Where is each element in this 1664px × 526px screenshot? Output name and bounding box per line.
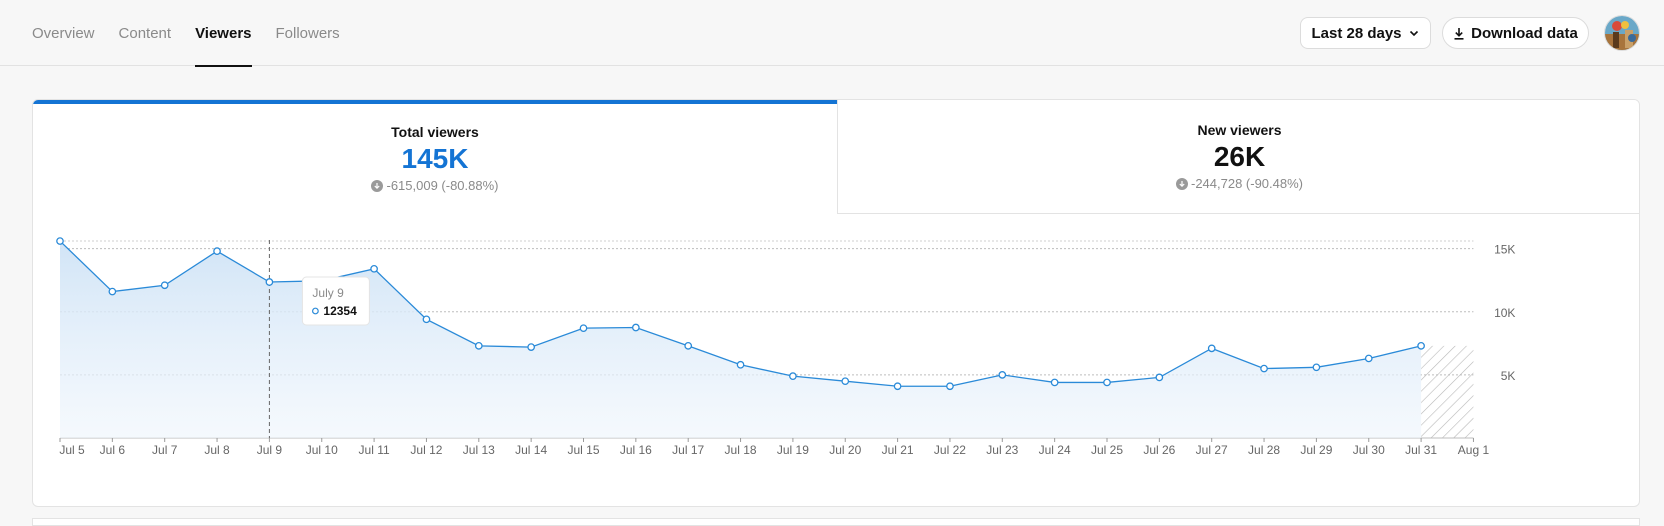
x-tick-label: Jul 25 (1091, 443, 1123, 457)
data-point[interactable] (789, 372, 797, 380)
data-point[interactable] (998, 371, 1007, 379)
x-tick-label: Jul 6 (100, 443, 126, 457)
y-tick-label: 5K (1501, 369, 1516, 383)
date-range-dropdown[interactable]: Last 28 days (1300, 17, 1431, 49)
data-point[interactable] (736, 360, 745, 369)
download-icon (1454, 27, 1464, 40)
date-range-label: Last 28 days (1311, 24, 1402, 42)
metric-delta-text: -244,728 (-90.48%) (1190, 176, 1303, 191)
data-point[interactable] (422, 315, 431, 324)
data-point[interactable] (1417, 341, 1425, 350)
data-point[interactable] (265, 278, 274, 286)
x-tick-label: Jul 31 (1405, 443, 1437, 457)
data-point[interactable] (370, 264, 378, 273)
next-card-edge (32, 518, 1640, 526)
x-tick-label: Jul 19 (777, 443, 809, 457)
x-tick-label: Jul 12 (410, 443, 442, 457)
data-point[interactable] (841, 377, 850, 386)
tab-content[interactable]: Content (119, 0, 172, 66)
x-tick-label: Aug 1 (1458, 443, 1490, 457)
data-point[interactable] (1260, 364, 1268, 373)
tooltip-series-marker (312, 307, 319, 315)
data-point[interactable] (1312, 363, 1321, 372)
data-point[interactable] (108, 287, 117, 296)
tab-followers[interactable]: Followers (276, 0, 340, 66)
x-tick-label: Jul 20 (829, 443, 861, 457)
metric-label: New viewers (1197, 122, 1282, 138)
download-data-button[interactable]: Download data (1442, 17, 1589, 49)
x-tick-label: Jul 17 (672, 443, 704, 457)
x-tick-label: Jul 23 (986, 443, 1018, 457)
data-point[interactable] (160, 281, 169, 290)
data-point[interactable] (946, 382, 954, 391)
arrow-down-circle-icon (1175, 177, 1188, 190)
x-tick-label: Jul 5 (59, 443, 85, 457)
metric-value: 145K (401, 143, 469, 174)
top-navigation-bar: Overview Content Viewers Followers Last … (0, 0, 1664, 67)
metric-total-viewers[interactable]: Total viewers 145K -615,009 (-80.88%) (33, 100, 837, 214)
x-tick-label: Jul 22 (934, 443, 966, 457)
data-point[interactable] (1103, 378, 1111, 387)
data-point[interactable] (213, 247, 221, 255)
data-point[interactable] (1207, 344, 1216, 353)
data-point[interactable] (56, 237, 64, 245)
data-point[interactable] (527, 343, 535, 351)
x-tick-label: Jul 30 (1353, 443, 1385, 457)
arrow-down-circle-icon (371, 179, 384, 192)
chart-area-fill (60, 241, 1422, 438)
tab-viewers[interactable]: Viewers (195, 0, 252, 67)
x-tick-label: Jul 27 (1196, 443, 1228, 457)
x-tick-label: Jul 24 (1039, 443, 1071, 457)
tab-list: Overview Content Viewers Followers (32, 0, 364, 67)
metric-delta: -615,009 (-80.88%) (33, 178, 837, 193)
tab-overview[interactable]: Overview (32, 0, 95, 66)
x-tick-label: Jul 28 (1248, 443, 1280, 457)
x-tick-label: Jul 11 (359, 443, 390, 457)
x-tick-label: Jul 10 (306, 443, 338, 457)
data-point[interactable] (1155, 373, 1164, 382)
metric-new-viewers[interactable]: New viewers 26K -244,728 (-90.48%) (837, 100, 1639, 214)
x-tick-label: Jul 9 (257, 443, 283, 457)
data-point[interactable] (579, 324, 588, 333)
x-tick-label: Jul 29 (1300, 443, 1332, 457)
x-tick-label: Jul 13 (463, 443, 495, 457)
tooltip-value: 12354 (323, 304, 357, 318)
avatar-image (1605, 16, 1639, 50)
y-tick-label: 10K (1494, 306, 1515, 320)
data-point[interactable] (474, 341, 483, 350)
x-tick-label: Jul 26 (1143, 443, 1175, 457)
data-point[interactable] (1050, 378, 1059, 387)
chevron-down-icon (1409, 30, 1418, 37)
x-tick-label: Jul 15 (567, 443, 599, 457)
metric-label: Total viewers (391, 124, 479, 140)
x-tick-label: Jul 7 (152, 443, 178, 457)
data-point[interactable] (893, 382, 902, 391)
x-tick-label: Jul 18 (725, 443, 757, 457)
viewers-line-chart[interactable]: Jul 5 Jul 6 Jul 7 Jul 8 Jul 9 Jul 10 Jul 11 Jul… (32, 230, 1632, 490)
data-point[interactable] (684, 341, 693, 350)
avatar[interactable] (1604, 15, 1640, 51)
chart-tooltip: July 9 12354 (301, 276, 370, 326)
x-tick-label: Jul 14 (515, 443, 547, 457)
incomplete-period-hatch (1421, 345, 1474, 438)
tooltip-date: July 9 (312, 286, 344, 300)
data-point[interactable] (1364, 354, 1373, 363)
y-tick-label: 15K (1494, 243, 1515, 257)
x-tick-label: Jul 16 (620, 443, 652, 457)
metric-delta: -244,728 (-90.48%) (838, 176, 1639, 191)
x-tick-label: Jul 8 (204, 443, 230, 457)
x-tick-label: Jul 21 (882, 443, 914, 457)
download-data-label: Download data (1471, 24, 1578, 42)
metric-delta-text: -615,009 (-80.88%) (386, 178, 499, 193)
data-point[interactable] (631, 323, 640, 332)
metric-value: 26K (1213, 141, 1266, 172)
